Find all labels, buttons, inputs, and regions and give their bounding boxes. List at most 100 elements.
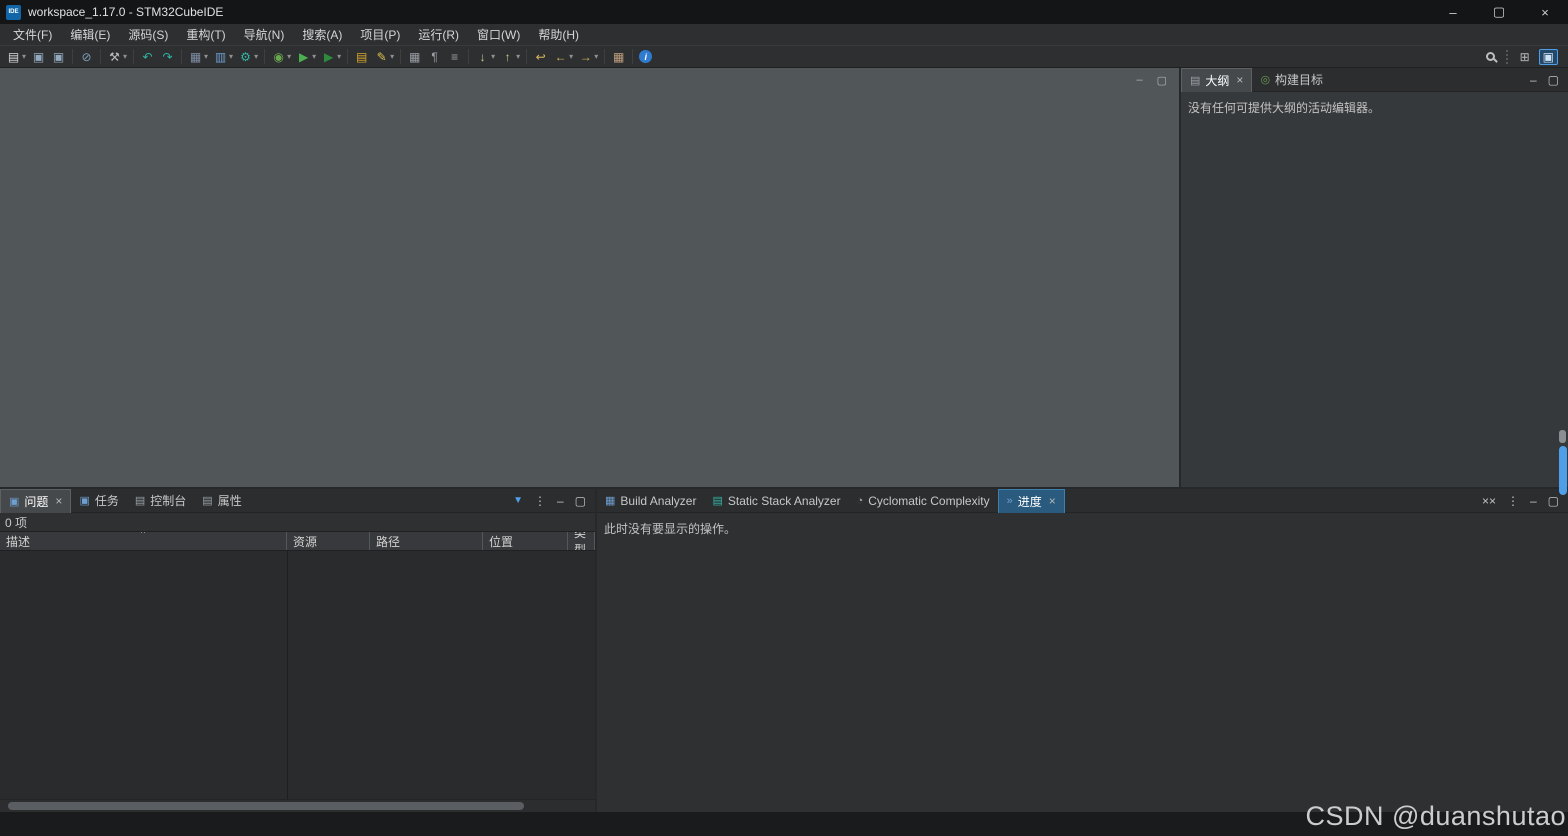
last-edit-location-button[interactable]: ↩ xyxy=(531,47,550,67)
toolbar-separator xyxy=(72,49,74,64)
column-header-location[interactable]: 位置 xyxy=(483,532,568,550)
tab-build-analyzer[interactable]: ▦ Build Analyzer xyxy=(597,489,704,513)
chevron-down-icon[interactable]: ▾ xyxy=(123,52,127,61)
menu-help[interactable]: 帮助(H) xyxy=(529,24,588,45)
menu-file[interactable]: 文件(F) xyxy=(4,24,61,45)
chevron-down-icon[interactable]: ▾ xyxy=(594,52,598,61)
horizontal-scrollbar[interactable] xyxy=(0,799,595,812)
back-button[interactable]: ← ▾ xyxy=(551,47,575,67)
last-edit-location-icon: ↩ xyxy=(535,49,546,64)
menu-project[interactable]: 项目(P) xyxy=(351,24,409,45)
column-label: 位置 xyxy=(489,534,514,549)
analyzer-panel-toolbar: ×× ⋮ – ▢ xyxy=(1482,494,1568,508)
chevron-down-icon[interactable]: ▾ xyxy=(516,52,520,61)
active-perspective-icon[interactable]: ▣ xyxy=(1538,48,1558,65)
chevron-down-icon[interactable]: ▾ xyxy=(229,52,233,61)
build-button[interactable]: ⚒ ▾ xyxy=(105,47,129,67)
view-menu-icon[interactable]: ⋮ xyxy=(1507,494,1519,508)
view-menu-icon[interactable]: ⋮ xyxy=(534,494,546,508)
previous-annotation-button[interactable]: ↑ ▾ xyxy=(498,47,522,67)
tab-close-icon[interactable]: × xyxy=(1236,73,1243,87)
run-icon: ▶ xyxy=(298,49,309,64)
chevron-down-icon[interactable]: ▾ xyxy=(287,52,291,61)
redo-button[interactable]: ↷ xyxy=(158,47,177,67)
chevron-down-icon[interactable]: ▾ xyxy=(337,52,341,61)
chevron-down-icon[interactable]: ▾ xyxy=(312,52,316,61)
search-icon[interactable] xyxy=(1485,52,1495,61)
chevron-down-icon[interactable]: ▾ xyxy=(390,52,394,61)
menu-source[interactable]: 源码(S) xyxy=(119,24,177,45)
menu-run[interactable]: 运行(R) xyxy=(409,24,468,45)
outline-maximize-button[interactable]: ▢ xyxy=(1548,73,1559,87)
tab-properties[interactable]: ▤ 属性 xyxy=(194,489,249,513)
chevron-down-icon[interactable]: ▾ xyxy=(204,52,208,61)
tab-progress[interactable]: » 进度 × xyxy=(997,488,1065,513)
maximize-button[interactable]: ▢ xyxy=(1476,0,1522,24)
menu-window[interactable]: 窗口(W) xyxy=(468,24,529,45)
window-controls: – ▢ × xyxy=(1430,0,1568,24)
new-window-button[interactable]: ▦ xyxy=(405,47,424,67)
menu-search[interactable]: 搜索(A) xyxy=(293,24,351,45)
toggle-highlight-button[interactable]: ✎ ▾ xyxy=(372,47,396,67)
editor-maximize-button[interactable]: ▢ xyxy=(1157,74,1167,87)
tab-problems[interactable]: ▣ 问题 × xyxy=(0,488,72,513)
outline-minimize-button[interactable]: – xyxy=(1530,73,1537,87)
forward-button[interactable]: → ▾ xyxy=(576,47,600,67)
external-tools-button[interactable]: ▶ ▾ xyxy=(319,47,343,67)
static-stack-analyzer-tab-icon: ▤ xyxy=(712,495,723,507)
pin-editor-button[interactable]: ▦ xyxy=(609,47,628,67)
column-header-description[interactable]: 描述 ^ xyxy=(0,532,287,550)
toolbar-separator xyxy=(100,49,102,64)
analyzer-minimize-button[interactable]: – xyxy=(1530,494,1537,508)
new-wizard-button[interactable]: ▤ ▾ xyxy=(4,47,28,67)
undo-button[interactable]: ↶ xyxy=(138,47,157,67)
editor-minimize-button[interactable]: – xyxy=(1136,74,1142,87)
edge-scroll-thumb[interactable] xyxy=(1559,446,1567,495)
open-element-icon: ▤ xyxy=(355,49,368,64)
tab-console[interactable]: ▤ 控制台 xyxy=(127,489,194,513)
minimize-button[interactable]: – xyxy=(1430,0,1476,24)
remove-all-icon[interactable]: ×× xyxy=(1482,494,1496,508)
column-header-resource[interactable]: 资源 xyxy=(287,532,370,550)
chevron-down-icon[interactable]: ▾ xyxy=(569,52,573,61)
column-header-type[interactable]: 类型 xyxy=(568,532,595,550)
problems-maximize-button[interactable]: ▢ xyxy=(575,494,586,508)
open-element-button[interactable]: ▤ xyxy=(352,47,371,67)
tab-outline[interactable]: ▤ 大纲 × xyxy=(1181,67,1253,92)
close-button[interactable]: × xyxy=(1522,0,1568,24)
filter-icon[interactable]: ▼ xyxy=(513,495,523,506)
problems-minimize-button[interactable]: – xyxy=(557,494,564,508)
edge-scroll-handle[interactable] xyxy=(1559,430,1566,443)
next-annotation-button[interactable]: ↓ ▾ xyxy=(473,47,497,67)
watermark-text: CSDN @duanshutao xyxy=(1305,801,1566,831)
scrollbar-thumb[interactable] xyxy=(8,802,524,810)
open-perspective-icon[interactable]: ⊞ xyxy=(1520,50,1530,64)
debug-button[interactable]: ◉ ▾ xyxy=(269,47,293,67)
show-whitespace-button[interactable]: ¶ xyxy=(425,47,444,67)
save-all-button[interactable]: ▣ xyxy=(49,47,68,67)
skip-all-breakpoints-button[interactable]: ⊘ xyxy=(77,47,96,67)
chevron-down-icon[interactable]: ▾ xyxy=(254,52,258,61)
analyzer-maximize-button[interactable]: ▢ xyxy=(1548,494,1559,508)
chevron-down-icon[interactable]: ▾ xyxy=(22,52,26,61)
build-icon: ⚒ xyxy=(109,49,120,64)
run-button[interactable]: ▶ ▾ xyxy=(294,47,318,67)
tab-static-stack-analyzer[interactable]: ▤ Static Stack Analyzer xyxy=(704,489,848,513)
tab-tasks[interactable]: ▣ 任务 xyxy=(71,489,126,513)
tab-close-icon[interactable]: × xyxy=(1049,494,1056,508)
info-button[interactable]: i xyxy=(637,47,654,67)
tab-cyclomatic-complexity[interactable]: ◔ Cyclomatic Complexity xyxy=(849,489,998,513)
tab-close-icon[interactable]: × xyxy=(55,494,62,508)
tab-build-targets[interactable]: ◎ 构建目标 xyxy=(1252,68,1331,92)
chevron-down-icon[interactable]: ▾ xyxy=(491,52,495,61)
column-header-path[interactable]: 路径 xyxy=(370,532,483,550)
menu-navigate[interactable]: 导航(N) xyxy=(235,24,294,45)
save-button[interactable]: ▣ xyxy=(29,47,48,67)
menu-edit[interactable]: 编辑(E) xyxy=(61,24,119,45)
menu-refactor[interactable]: 重构(T) xyxy=(177,24,234,45)
generate-code-button[interactable]: ⚙ ▾ xyxy=(236,47,260,67)
device-configuration-button[interactable]: ▦ ▾ xyxy=(186,47,210,67)
new-stm32-project-button[interactable]: ▥ ▾ xyxy=(211,47,235,67)
word-wrap-button[interactable]: ≡ xyxy=(445,47,464,67)
tasks-tab-icon: ▣ xyxy=(79,495,90,507)
